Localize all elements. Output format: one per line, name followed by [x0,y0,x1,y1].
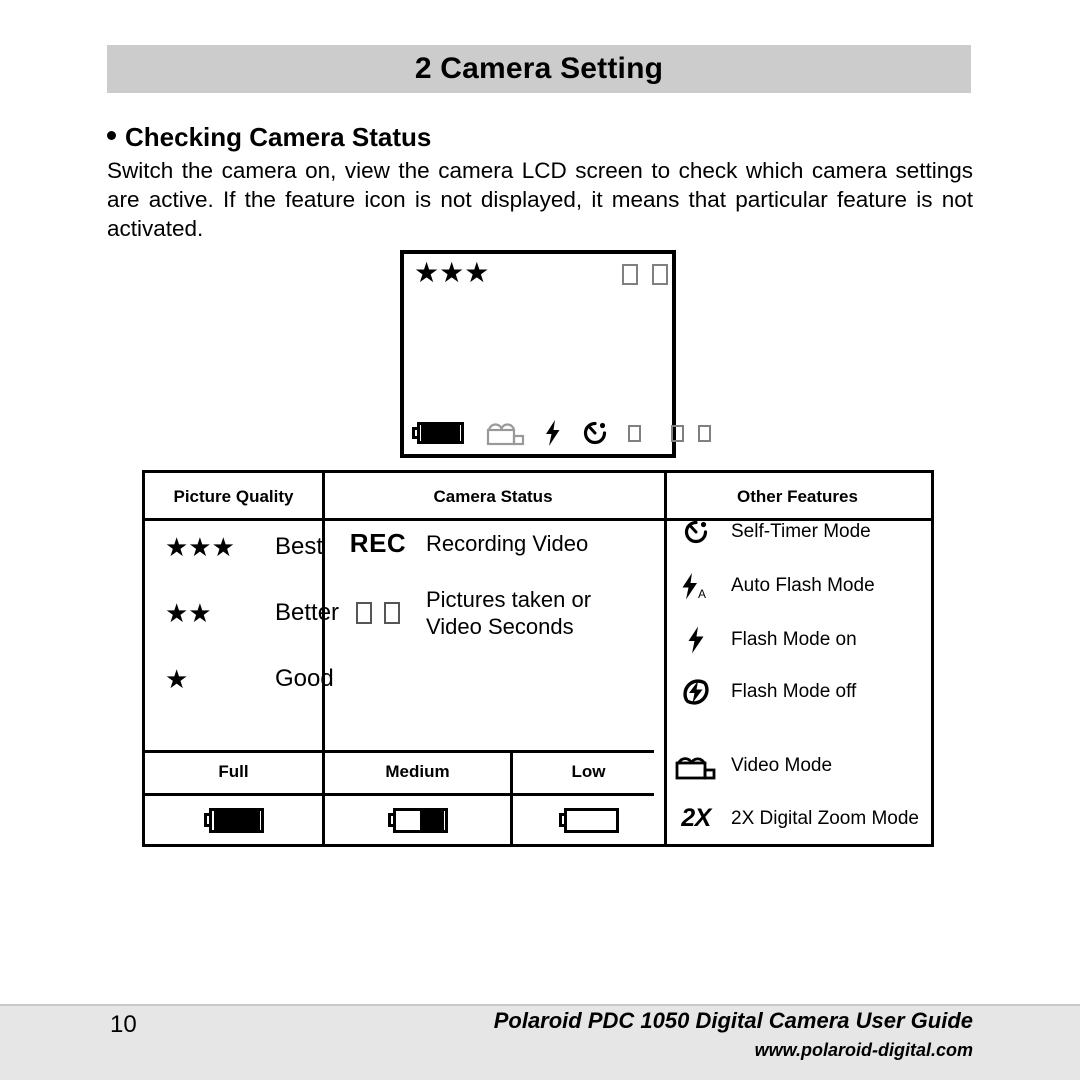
feature-label: Video Mode [731,755,833,776]
digit-box-icon [628,424,641,442]
chapter-title: 2 Camera Setting [414,52,664,85]
battery-medium-icon [387,807,448,833]
table-row: REC Recording Video [330,528,588,559]
battery-header-medium: Medium [385,761,450,781]
table-row: Self-Timer Mode [673,517,871,547]
table-header-other-features: Other Features [737,487,858,506]
table-header-camera-status: Camera Status [433,487,553,506]
table-row: ★★★ Best [165,533,323,561]
status-label-line2: Video Seconds [426,614,574,639]
battery-full-cell [145,793,322,847]
table-row: Flash Mode on [673,625,857,655]
svg-text:A: A [698,587,706,601]
camera-lcd-screen: ★★★ [400,250,711,458]
battery-header-full: Full [218,761,249,781]
feature-label: 2X Digital Zoom Mode [731,807,919,829]
table-header-picture-quality: Picture Quality [173,487,294,506]
document-page: 2 Camera Setting Checking Camera Status … [0,0,1080,1080]
section-heading: Checking Camera Status [107,122,431,153]
self-timer-icon [673,517,719,547]
lcd-quality-stars: ★★★ [414,259,489,287]
self-timer-icon [580,418,610,448]
status-label: Pictures taken or Video Seconds [426,586,591,640]
bullet-dot-icon [107,131,116,140]
star-icon: ★★★ [414,257,490,288]
digit-box-icon [698,424,711,442]
auto-flash-icon: A [673,571,719,601]
flash-on-icon [673,625,719,655]
feature-label: Self-Timer Mode [731,521,871,542]
quality-label: Good [275,665,334,692]
feature-label: Auto Flash Mode [731,575,875,596]
table-row: A Auto Flash Mode [673,571,875,601]
footer-guide-title: Polaroid PDC 1050 Digital Camera User Gu… [493,1008,973,1033]
lcd-counter-digits [622,264,668,285]
rec-text-icon: REC [349,528,407,558]
battery-medium-cell [325,793,510,847]
star-rating-icon: ★ [165,664,189,694]
body-paragraph-text: Switch the camera on, view the camera LC… [107,158,973,241]
battery-full-icon [412,422,464,444]
section-heading-label: Checking Camera Status [125,122,432,152]
table-row: ★★ Better [165,599,339,627]
digit-boxes-icon [330,602,426,624]
digit-box-icon [622,264,638,285]
table-row: Pictures taken or Video Seconds [330,586,591,640]
battery-low-icon [558,807,619,833]
battery-full-icon [203,807,264,833]
flash-off-icon [673,676,719,708]
flash-on-icon [544,419,562,447]
footer-url[interactable]: www.polaroid-digital.com [755,1040,973,1061]
feature-label: Flash Mode off [731,681,857,702]
table-row: ★ Good [165,665,334,693]
battery-low-cell [513,793,664,847]
table-divider [664,473,667,844]
quality-label: Best [275,533,324,560]
table-row: Flash Mode off [673,676,856,708]
table-row: 2X 2X Digital Zoom Mode [673,804,919,833]
body-paragraph: Switch the camera on, view the camera LC… [107,156,973,243]
lcd-status-icon-row [412,418,711,448]
video-mode-icon [673,750,719,782]
digit-box-icon [652,264,668,285]
digital-zoom-icon: 2X [681,804,711,832]
table-row: Video Mode [673,750,832,782]
camera-status-table: Picture Quality Camera Status Other Feat… [142,470,934,847]
feature-label: Flash Mode on [731,629,857,650]
chapter-header-bar: 2 Camera Setting [107,45,971,93]
status-label-line1: Pictures taken or [426,587,592,612]
footer-divider [0,1004,1080,1006]
page-number: 10 [110,1011,137,1038]
battery-header-low: Low [571,761,606,781]
star-rating-icon: ★★★ [165,532,235,562]
star-rating-icon: ★★ [165,598,212,628]
video-mode-icon [486,419,526,447]
status-label: Recording Video [426,531,589,556]
digit-box-icon [671,424,684,442]
